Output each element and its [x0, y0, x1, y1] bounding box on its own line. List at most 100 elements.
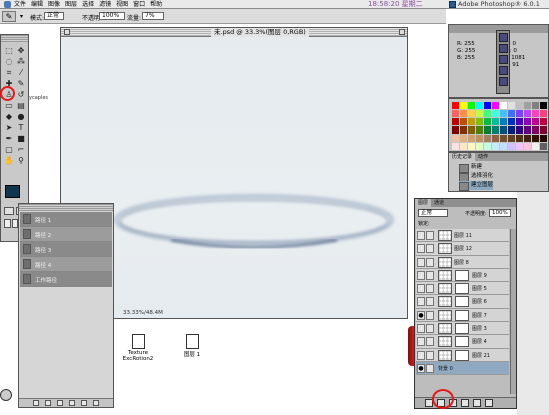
menu-edit[interactable]: 编辑: [31, 0, 43, 9]
link-icon[interactable]: [426, 244, 434, 254]
new-path-button[interactable]: [81, 400, 87, 406]
color-swatch[interactable]: [484, 110, 491, 118]
color-swatch[interactable]: [500, 118, 507, 126]
link-icon[interactable]: [426, 231, 434, 240]
color-swatch[interactable]: [476, 102, 483, 110]
pen-tool-icon[interactable]: ✒: [3, 133, 15, 144]
color-swatch[interactable]: [508, 110, 515, 118]
layers-scrollbar[interactable]: [510, 229, 516, 394]
link-icon[interactable]: [426, 337, 434, 347]
list-item[interactable]: 建立图层: [459, 181, 494, 191]
color-swatch[interactable]: [540, 110, 547, 118]
eye-visibility-icon[interactable]: [417, 231, 425, 240]
color-swatch[interactable]: [500, 126, 507, 134]
eye-visibility-icon[interactable]: [417, 244, 425, 254]
color-swatch[interactable]: [476, 118, 483, 126]
color-swatch[interactable]: [508, 118, 515, 126]
menu-layer[interactable]: 图层: [65, 0, 77, 9]
zoom-box-icon[interactable]: [399, 29, 405, 35]
color-swatch[interactable]: [532, 118, 539, 126]
color-swatch[interactable]: [452, 142, 459, 150]
color-swatch[interactable]: [532, 126, 539, 134]
tab-layers[interactable]: 图层: [415, 199, 432, 207]
path-select-tool-icon[interactable]: ➤: [3, 122, 15, 133]
menu-view[interactable]: 视图: [116, 0, 128, 9]
eraser-tool-icon[interactable]: ▭: [3, 100, 15, 111]
color-swatch[interactable]: [492, 118, 499, 126]
color-swatch[interactable]: [452, 102, 459, 110]
mode-select[interactable]: 正常: [44, 12, 64, 20]
color-swatch[interactable]: [492, 134, 499, 142]
color-swatch[interactable]: [508, 142, 515, 150]
delete-path-button[interactable]: [93, 400, 99, 406]
color-swatch[interactable]: [516, 102, 523, 110]
color-swatch[interactable]: [500, 134, 507, 142]
opacity-field[interactable]: 100%: [99, 12, 125, 20]
color-swatch[interactable]: [460, 126, 467, 134]
eye-visibility-icon[interactable]: [417, 324, 425, 334]
color-swatch[interactable]: [460, 102, 467, 110]
eyedropper-tool-icon[interactable]: ⌐: [15, 144, 27, 155]
color-swatch[interactable]: [484, 134, 491, 142]
history-brush-tool-icon[interactable]: ↺: [15, 89, 27, 100]
layer-row[interactable]: 图层 11: [416, 229, 509, 243]
eye-visibility-icon[interactable]: [417, 284, 425, 294]
color-swatch[interactable]: [508, 134, 515, 142]
color-swatch[interactable]: [492, 142, 499, 150]
color-swatch[interactable]: [540, 134, 547, 142]
color-swatch[interactable]: [452, 110, 459, 118]
type-tool-icon[interactable]: T: [15, 122, 27, 133]
menu-help[interactable]: 帮助: [150, 0, 162, 9]
styles-icon[interactable]: [499, 66, 508, 75]
desktop-file-layer1[interactable]: 图层 1: [172, 334, 212, 358]
link-icon[interactable]: [426, 310, 434, 320]
color-swatch[interactable]: [524, 118, 531, 126]
color-swatch[interactable]: [468, 134, 475, 142]
marquee-tool-icon[interactable]: ⬚: [3, 45, 15, 56]
eye-visibility-icon[interactable]: [417, 297, 425, 307]
color-swatch[interactable]: [460, 110, 467, 118]
color-swatch[interactable]: [452, 118, 459, 126]
layer-row[interactable]: 图层 6: [416, 295, 509, 309]
slice-tool-icon[interactable]: ⁄: [15, 67, 27, 78]
link-icon[interactable]: [426, 257, 434, 267]
brushes-icon[interactable]: [499, 77, 508, 86]
eye-visibility-icon[interactable]: ●: [417, 363, 425, 373]
eye-visibility-icon[interactable]: [417, 257, 425, 267]
stroke-path-button[interactable]: [45, 400, 51, 406]
eye-visibility-icon[interactable]: ●: [417, 310, 425, 320]
tab-channels[interactable]: 通道: [431, 199, 447, 207]
color-swatch[interactable]: [468, 102, 475, 110]
color-swatch[interactable]: [540, 118, 547, 126]
brush-tool-icon[interactable]: ✎: [15, 78, 27, 89]
color-swatch[interactable]: [460, 142, 467, 150]
desktop-file-texture[interactable]: Texture ExcRotion2: [118, 334, 158, 362]
notes-tool-icon[interactable]: ▢: [3, 144, 15, 155]
color-swatch[interactable]: [532, 142, 539, 150]
color-swatch[interactable]: [524, 102, 531, 110]
hand-tool-icon[interactable]: ✋: [3, 155, 15, 166]
list-item[interactable]: 路径 3: [20, 242, 112, 257]
tab-actions[interactable]: 动作: [475, 153, 491, 161]
menu-file[interactable]: 文件: [14, 0, 26, 9]
color-swatch[interactable]: [468, 126, 475, 134]
color-swatch[interactable]: [500, 110, 507, 118]
fill-path-button[interactable]: [33, 400, 39, 406]
standard-mode-button[interactable]: [4, 207, 14, 215]
color-swatch[interactable]: [500, 142, 507, 150]
photoshop-app-icon[interactable]: [449, 1, 456, 8]
color-swatch[interactable]: [540, 126, 547, 134]
shape-tool-icon[interactable]: ■: [15, 133, 27, 144]
layer-row[interactable]: ● 图层 7: [416, 308, 509, 323]
close-box-icon[interactable]: [64, 29, 70, 35]
layer-opacity-field[interactable]: 100%: [489, 209, 511, 217]
layer-row[interactable]: 图层 8: [416, 255, 509, 269]
navigator-icon[interactable]: [499, 33, 508, 42]
color-swatch[interactable]: [468, 142, 475, 150]
color-swatch[interactable]: [492, 102, 499, 110]
color-swatch[interactable]: [476, 126, 483, 134]
new-layer-button[interactable]: [473, 399, 481, 407]
make-path-button[interactable]: [69, 400, 75, 406]
color-swatch[interactable]: [516, 142, 523, 150]
crop-tool-icon[interactable]: ⌗: [3, 67, 15, 78]
